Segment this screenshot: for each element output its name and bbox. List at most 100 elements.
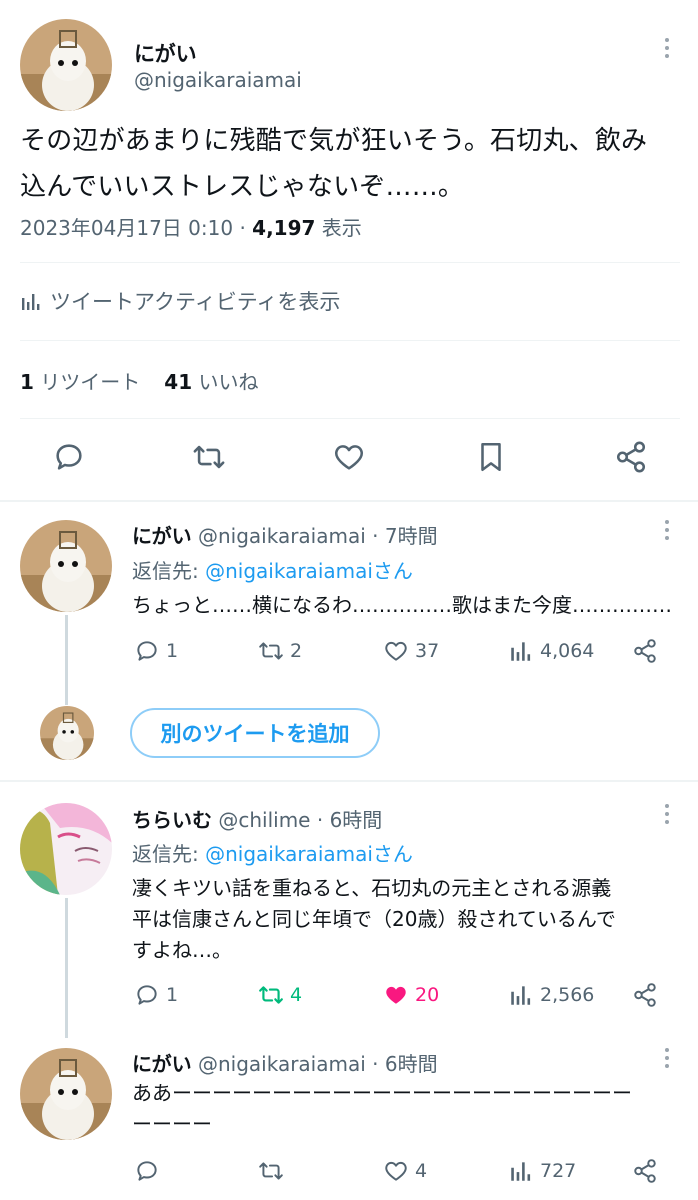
main-tweet-text: その辺があまりに残酷で気が狂いそう。石切丸、飲み 込んでいいストレスじゃないぞ…… bbox=[20, 118, 690, 210]
reply-text-line: 凄くキツい話を重ねると、石切丸の元主とされる源義 bbox=[132, 876, 612, 900]
share-icon bbox=[616, 441, 646, 473]
views-count: 727 bbox=[540, 1160, 577, 1182]
reply-time[interactable]: · 6時間 bbox=[317, 808, 382, 832]
main-tweet-line: 込んでいいストレスじゃないぞ……。 bbox=[20, 172, 465, 202]
divider bbox=[20, 262, 680, 263]
retweet-button[interactable]: 4 bbox=[258, 982, 302, 1008]
reply-icon bbox=[137, 641, 157, 661]
like-icon bbox=[385, 1161, 407, 1181]
share-icon bbox=[634, 639, 656, 663]
like-button[interactable]: 4 bbox=[383, 1158, 427, 1184]
engagement-counts: 1 リツイート 41 いいね bbox=[20, 366, 258, 395]
timestamp[interactable]: 2023年04月17日 0:10 bbox=[20, 216, 233, 240]
thread-line bbox=[65, 615, 68, 705]
add-another-tweet-button[interactable]: 別のツイートを追加 bbox=[130, 708, 380, 758]
like-button[interactable]: 20 bbox=[383, 982, 439, 1008]
retweet-icon bbox=[259, 986, 283, 1004]
share-icon bbox=[634, 983, 656, 1007]
reply-button[interactable] bbox=[134, 1158, 160, 1184]
reply-time[interactable]: · 6時間 bbox=[372, 1052, 437, 1076]
reply-button[interactable]: 1 bbox=[134, 638, 178, 664]
reply-display-name[interactable]: にがい bbox=[132, 1052, 192, 1076]
tweet-activity-link[interactable]: ツイートアクティビティを表示 bbox=[20, 286, 340, 316]
reply-icon bbox=[137, 985, 157, 1005]
avatar-self-small bbox=[40, 706, 94, 760]
retweet-button[interactable] bbox=[192, 440, 226, 474]
views-button[interactable]: 2,566 bbox=[508, 982, 594, 1008]
like-icon bbox=[385, 641, 407, 661]
reply-button[interactable]: 1 bbox=[134, 982, 178, 1008]
reply-display-name[interactable]: ちらいむ bbox=[132, 808, 212, 832]
avatar-nigai[interactable] bbox=[20, 520, 112, 612]
retweet-button[interactable]: 2 bbox=[258, 638, 302, 664]
like-count: 37 bbox=[415, 640, 440, 662]
reply-handle[interactable]: @nigaikaraiamai bbox=[198, 524, 366, 548]
views-count: 4,064 bbox=[540, 640, 595, 662]
retweet-count: 2 bbox=[290, 640, 303, 662]
retweet-button[interactable] bbox=[258, 1158, 284, 1184]
main-display-name[interactable]: にがい bbox=[134, 38, 197, 68]
reply-to: 返信先: @nigaikaraiamaiさん bbox=[132, 555, 413, 584]
chart-icon bbox=[22, 294, 40, 310]
reply-count: 1 bbox=[166, 984, 179, 1006]
reply-count: 1 bbox=[166, 640, 179, 662]
divider bbox=[20, 418, 680, 419]
main-handle[interactable]: @nigaikaraiamai bbox=[134, 68, 302, 92]
likes-stat[interactable]: 41 いいね bbox=[164, 366, 258, 395]
reply-header: にがい @nigaikaraiamai · 6時間 bbox=[132, 1048, 438, 1077]
views-count: 2,566 bbox=[540, 984, 595, 1006]
reply-time[interactable]: · 7時間 bbox=[372, 524, 437, 548]
reply-text-line: 平は信康さんと同じ年頃で（20歳）殺されているんで bbox=[132, 907, 616, 931]
avatar-nigai[interactable] bbox=[20, 1048, 112, 1140]
main-tweet-line: その辺があまりに残酷で気が狂いそう。石切丸、飲み bbox=[20, 126, 648, 156]
reply-header: ちらいむ @chilime · 6時間 bbox=[132, 804, 382, 833]
views-button[interactable]: 727 bbox=[508, 1158, 576, 1184]
like-count: 4 bbox=[415, 1160, 428, 1182]
reply-button[interactable] bbox=[52, 440, 86, 474]
reply-to-handle[interactable]: @nigaikaraiamaiさん bbox=[205, 842, 413, 866]
tweet-activity-label: ツイートアクティビティを表示 bbox=[50, 290, 341, 314]
views-button[interactable]: 4,064 bbox=[508, 638, 594, 664]
main-meta: 2023年04月17日 0:10 · 4,197 表示 bbox=[20, 212, 362, 241]
retweets-count: 1 bbox=[20, 370, 34, 394]
more-icon[interactable] bbox=[664, 520, 670, 540]
views-icon bbox=[511, 642, 531, 661]
reply-to-prefix: 返信先: bbox=[132, 842, 206, 866]
reply-icon bbox=[137, 1161, 157, 1181]
share-button[interactable] bbox=[614, 440, 648, 474]
reply-handle[interactable]: @nigaikaraiamai bbox=[198, 1052, 366, 1076]
share-button[interactable] bbox=[632, 1158, 658, 1184]
share-icon bbox=[634, 1159, 656, 1183]
retweet-icon bbox=[259, 642, 283, 660]
more-icon[interactable] bbox=[664, 804, 670, 824]
like-button[interactable] bbox=[332, 440, 366, 474]
divider bbox=[0, 500, 698, 502]
reply-text-line: すよね…。 bbox=[132, 938, 232, 962]
more-icon[interactable] bbox=[664, 38, 670, 58]
reply-handle[interactable]: @chilime bbox=[218, 808, 310, 832]
more-icon[interactable] bbox=[664, 1048, 670, 1068]
reply-header: にがい @nigaikaraiamai · 7時間 bbox=[132, 520, 438, 549]
reply-text-line: ちょっと……横になるわ……………歌はまた今度…………… bbox=[132, 593, 672, 617]
likes-label: いいね bbox=[198, 370, 259, 394]
share-button[interactable] bbox=[632, 982, 658, 1008]
retweet-icon bbox=[193, 445, 225, 469]
thread-line bbox=[65, 898, 68, 1038]
views-icon bbox=[511, 1162, 531, 1181]
reply-text: 凄くキツい話を重ねると、石切丸の元主とされる源義 平は信康さんと同じ年頃で（20… bbox=[132, 873, 616, 966]
retweets-label: リツイート bbox=[40, 370, 141, 394]
retweet-count: 4 bbox=[290, 984, 303, 1006]
avatar-chilime[interactable] bbox=[20, 803, 112, 895]
like-icon bbox=[386, 986, 406, 1004]
like-count: 20 bbox=[415, 984, 440, 1006]
reply-display-name[interactable]: にがい bbox=[132, 524, 192, 548]
like-button[interactable]: 37 bbox=[383, 638, 439, 664]
retweet-icon bbox=[259, 1162, 283, 1180]
retweets-stat[interactable]: 1 リツイート bbox=[20, 366, 140, 395]
reply-to-handle[interactable]: @nigaikaraiamaiさん bbox=[205, 559, 413, 583]
bookmark-button[interactable] bbox=[474, 440, 508, 474]
avatar-nigai[interactable] bbox=[20, 19, 112, 111]
separator: · bbox=[239, 216, 246, 240]
share-button[interactable] bbox=[632, 638, 658, 664]
likes-count: 41 bbox=[164, 370, 193, 394]
